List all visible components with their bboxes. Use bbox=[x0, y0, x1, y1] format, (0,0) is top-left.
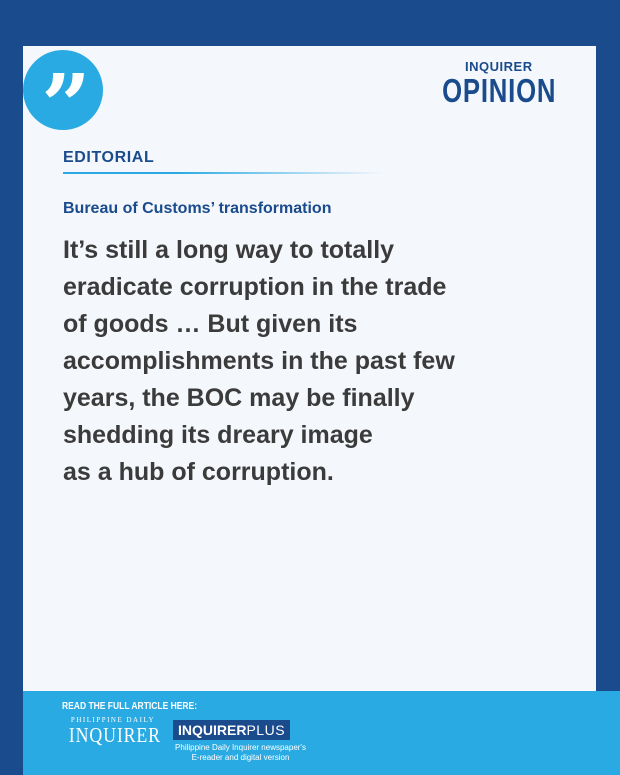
plus-light: PLUS bbox=[246, 722, 286, 738]
inquirer-opinion-logo: INQUIRER OPINION bbox=[426, 60, 572, 108]
footer-label: READ THE FULL ARTICLE HERE: bbox=[62, 701, 198, 712]
pull-quote: It’s still a long way to totally eradica… bbox=[63, 236, 455, 486]
plus-bold: INQUIRER bbox=[178, 722, 247, 738]
inquirer-plus-wordmark: INQUIRERPLUS bbox=[173, 720, 291, 740]
section-label: EDITORIAL bbox=[63, 149, 155, 166]
pdi-logo[interactable]: PHILIPPINE DAILY INQUIRER bbox=[61, 716, 165, 747]
article-headline: Bureau of Customs’ transformation bbox=[63, 200, 332, 217]
inquirer-plus-subtitle: Philippine Daily Inquirer newspaper's E-… bbox=[175, 743, 306, 762]
quote-mark-icon: ” bbox=[23, 50, 103, 150]
section-divider bbox=[63, 172, 383, 174]
quote-mark: ” bbox=[41, 56, 91, 157]
inquirer-plus-logo[interactable]: INQUIRERPLUS Philippine Daily Inquirer n… bbox=[173, 720, 308, 763]
pdi-name: INQUIRER bbox=[68, 723, 161, 747]
footer-bar: READ THE FULL ARTICLE HERE: PHILIPPINE D… bbox=[23, 691, 620, 775]
brand-big: OPINION bbox=[441, 72, 556, 109]
